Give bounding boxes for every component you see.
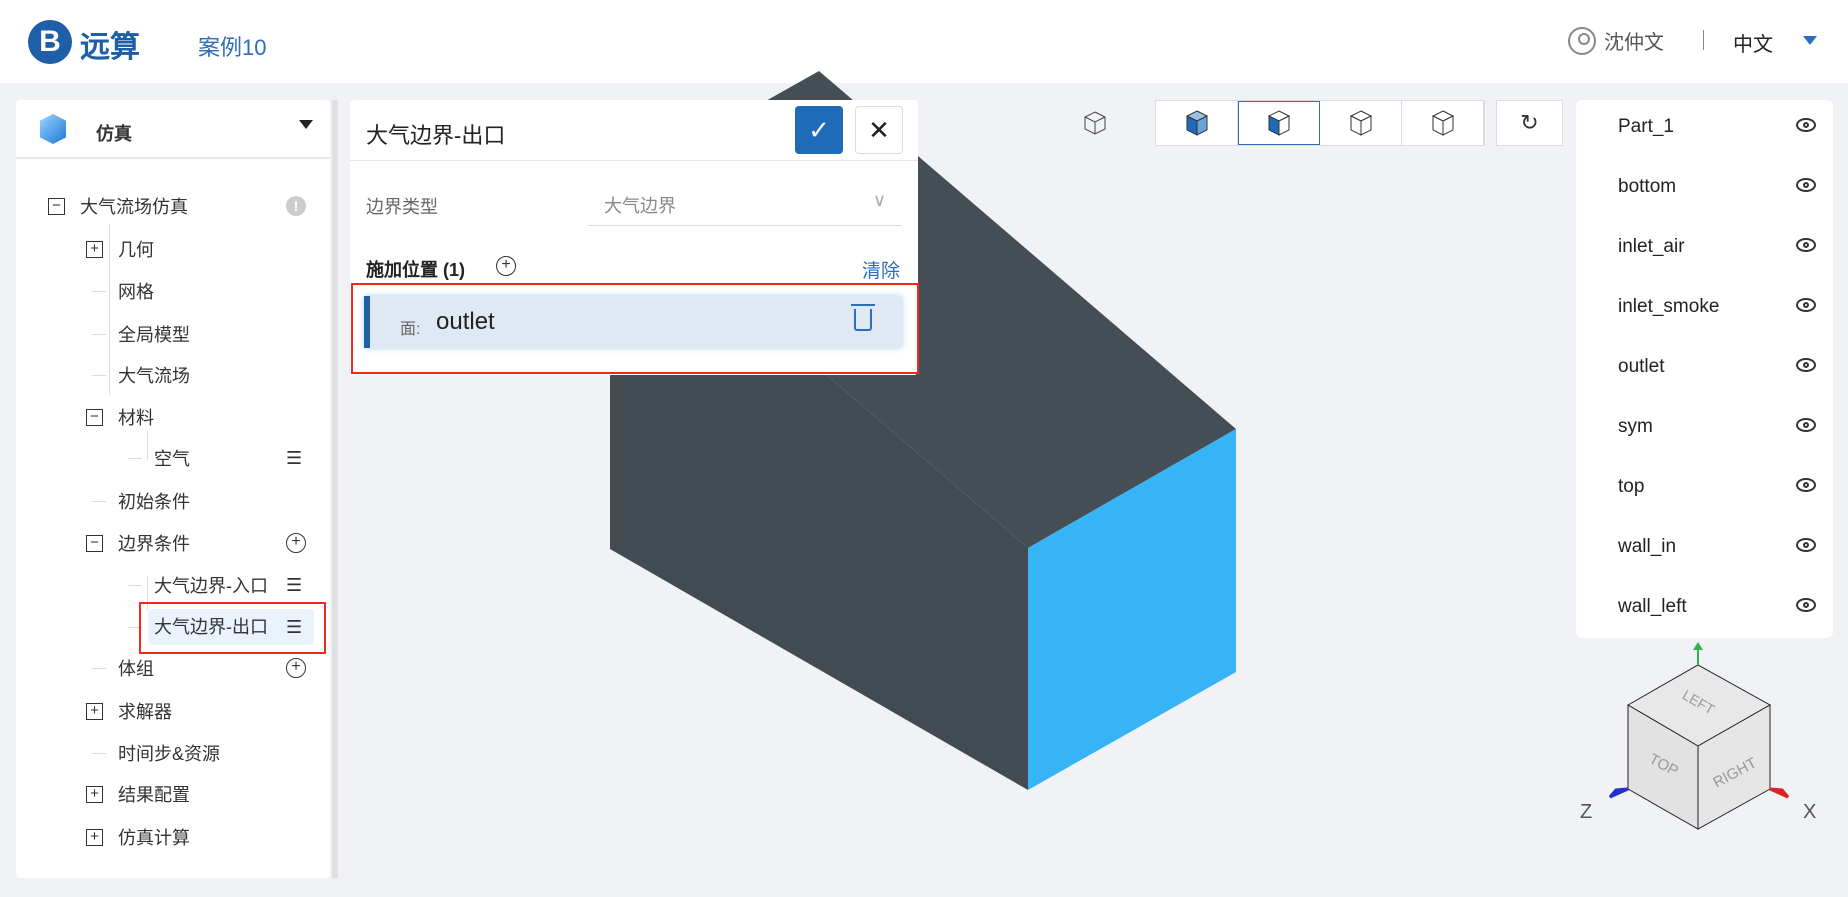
confirm-button[interactable]: ✓: [795, 106, 843, 154]
part-item[interactable]: top: [1618, 472, 1818, 502]
highlight-box: [351, 283, 919, 374]
part-name: wall_in: [1618, 536, 1677, 557]
part-name: inlet_air: [1618, 236, 1685, 257]
axis-z: Z: [1580, 801, 1592, 823]
boundary-type-value: 大气边界: [604, 196, 676, 216]
part-name: wall_left: [1618, 596, 1687, 617]
part-name: sym: [1618, 416, 1653, 437]
part-name: top: [1618, 476, 1645, 497]
points-cube-icon[interactable]: [1402, 101, 1484, 145]
part-item[interactable]: bottom: [1618, 172, 1818, 202]
close-button[interactable]: ✕: [855, 106, 903, 154]
add-location-icon[interactable]: +: [496, 256, 516, 276]
eye-icon[interactable]: [1796, 418, 1816, 432]
part-item[interactable]: Part_1: [1618, 112, 1818, 142]
reset-view-button[interactable]: ↻: [1496, 100, 1563, 146]
view-cube[interactable]: TOP RIGHT LEFT Z X: [1580, 642, 1816, 830]
part-item[interactable]: outlet: [1618, 352, 1818, 382]
part-item[interactable]: inlet_smoke: [1618, 292, 1818, 322]
axis-x: X: [1803, 801, 1816, 823]
solid-edges-cube-icon[interactable]: [1238, 101, 1320, 145]
solid-cube-icon[interactable]: [1156, 101, 1238, 145]
eye-icon[interactable]: [1796, 298, 1816, 312]
eye-icon[interactable]: [1796, 598, 1816, 612]
highlight-box: [139, 602, 326, 654]
part-item[interactable]: sym: [1618, 412, 1818, 442]
part-item[interactable]: wall_left: [1618, 592, 1818, 622]
boundary-type-select[interactable]: 大气边界 ∨: [588, 182, 902, 226]
panel-title: 大气边界-出口: [366, 123, 506, 148]
3d-viewport[interactable]: TOP RIGHT LEFT Z X: [0, 0, 1848, 897]
cube-outline-icon[interactable]: [1083, 110, 1107, 136]
location-label: 施加位置 (1): [366, 260, 465, 280]
clear-link[interactable]: 清除: [862, 256, 900, 283]
wireframe-cube-icon[interactable]: [1320, 101, 1402, 145]
part-name: bottom: [1618, 176, 1677, 197]
boundary-type-label: 边界类型: [366, 197, 438, 217]
chevron-down-icon: ∨: [872, 190, 886, 210]
eye-icon[interactable]: [1796, 238, 1816, 252]
part-item[interactable]: inlet_air: [1618, 232, 1818, 262]
part-name: Part_1: [1618, 116, 1674, 137]
eye-icon[interactable]: [1796, 178, 1816, 192]
part-item[interactable]: wall_in: [1618, 532, 1818, 562]
part-name: inlet_smoke: [1618, 296, 1720, 317]
reset-view-icon[interactable]: ↻: [1497, 101, 1562, 145]
divider: [350, 160, 918, 161]
part-name: outlet: [1618, 356, 1665, 377]
view-mode-toolbar: [1155, 100, 1485, 146]
eye-icon[interactable]: [1796, 358, 1816, 372]
parts-list: Part_1bottom inlet_air inlet_smokeoutlet sy…: [1576, 100, 1833, 638]
eye-icon[interactable]: [1796, 118, 1816, 132]
eye-icon[interactable]: [1796, 478, 1816, 492]
eye-icon[interactable]: [1796, 538, 1816, 552]
